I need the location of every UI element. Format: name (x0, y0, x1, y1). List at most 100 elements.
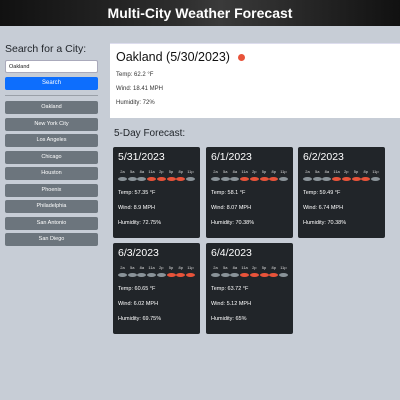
sun-icon (249, 273, 259, 277)
cloud-icon (156, 273, 166, 277)
cloud-icon-slot (230, 177, 240, 181)
sun-icon (156, 177, 166, 181)
hour-label: 8p (363, 169, 368, 174)
cloud-icon (220, 177, 230, 181)
cloud-icon-slot (303, 177, 312, 181)
cloud-icon (211, 177, 220, 181)
forecast-humidity: Humidity: 69.75% (118, 316, 162, 322)
hour-labels: 2a 5a 8a 11a 2p 5p 8p 11p (211, 265, 288, 270)
city-button-phoenix[interactable]: Phoenix (5, 183, 98, 197)
cloud-icon (322, 177, 332, 181)
cloud-icon (147, 273, 157, 277)
sun-icon (240, 177, 250, 181)
sun-icon-slot (147, 177, 157, 181)
forecast-humidity: Humidity: 72.75% (118, 220, 162, 226)
hourly-icons (118, 177, 195, 181)
forecast-wind: Wind: 6.74 MPH (303, 205, 344, 211)
forecast-humidity: Humidity: 70.38% (211, 220, 255, 226)
hourly-icons (303, 177, 380, 181)
hour-label: 2a (305, 169, 310, 174)
sun-icon-slot (166, 273, 176, 277)
hour-label: 2p (252, 169, 257, 174)
current-humidity: Humidity: 72% (116, 100, 155, 106)
city-button-philadelphia[interactable]: Philadelphia (5, 200, 98, 213)
cloud-icon (137, 177, 147, 181)
forecast-humidity: Humidity: 70.38% (303, 220, 347, 226)
forecast-temp: Temp: 58.1 °F (211, 190, 246, 196)
cloud-icon (118, 273, 127, 277)
hour-label: 5p (353, 169, 359, 174)
sun-icon-slot (332, 177, 342, 181)
city-button-san-diego[interactable]: San Diego (5, 233, 98, 246)
sun-icon-slot (166, 177, 176, 181)
search-input[interactable] (5, 60, 98, 73)
hour-label: 2a (213, 265, 218, 270)
city-button-new-york-city[interactable]: New York City (5, 117, 98, 131)
sun-icon (249, 177, 259, 181)
sun-icon-slot (185, 273, 195, 277)
hour-label: 5a (129, 265, 135, 270)
sun-icon (176, 177, 186, 181)
hour-label: 11p (280, 169, 287, 174)
forecast-date: 5/31/2023 (118, 151, 165, 163)
sidebar: Search for a City: Search Oakland New Yo… (5, 43, 98, 250)
cloud-icon-slot (147, 273, 157, 277)
cloud-icon-slot (370, 177, 380, 181)
city-button-los-angeles[interactable]: Los Angeles (5, 134, 98, 147)
sun-icon-slot (240, 273, 250, 277)
city-button-san-antonio[interactable]: San Antonio (5, 216, 98, 230)
search-button[interactable]: Search (5, 77, 98, 90)
cloud-icon (230, 273, 240, 277)
forecast-temp: Temp: 63.72 °F (211, 286, 249, 292)
hour-label: 11a (241, 265, 248, 270)
hour-label: 5p (168, 169, 174, 174)
forecast-date: 6/4/2023 (211, 247, 252, 259)
hour-label: 11a (148, 169, 155, 174)
sun-icon-slot (259, 273, 269, 277)
hour-label: 5a (222, 265, 228, 270)
current-city-title: Oakland (5/30/2023) (116, 50, 230, 64)
hour-label: 11a (333, 169, 340, 174)
hour-label: 5p (261, 265, 267, 270)
cloud-icon-slot (278, 273, 288, 277)
sun-icon (237, 53, 245, 61)
cloud-icon (370, 177, 380, 181)
hour-label: 2a (213, 169, 218, 174)
city-button-chicago[interactable]: Chicago (5, 150, 98, 164)
sun-icon-slot (249, 273, 259, 277)
forecast-card: 6/1/2023 2a 5a 8a 11a 2p 5p 8p 11p Temp: 58.1 °F W… (206, 147, 293, 238)
hour-label: 11p (187, 169, 194, 174)
hour-label: 2p (252, 265, 257, 270)
cloud-icon (220, 273, 230, 277)
hour-label: 11p (187, 265, 194, 270)
cloud-icon-slot (220, 273, 230, 277)
cloud-icon-slot (156, 273, 166, 277)
cloud-icon (278, 177, 288, 181)
hour-labels: 2a 5a 8a 11a 2p 5p 8p 11p (303, 169, 380, 174)
sun-icon (185, 273, 195, 277)
cloud-icon-slot (278, 177, 288, 181)
current-weather-panel: Oakland (5/30/2023) Temp: 62.2 °F Wind: … (110, 43, 400, 118)
sun-icon (147, 177, 157, 181)
cloud-icon-slot (185, 177, 195, 181)
hour-label: 5a (129, 169, 135, 174)
sun-icon-slot (269, 273, 279, 277)
sun-icon-slot (240, 177, 250, 181)
page-title: Multi-City Weather Forecast (107, 5, 293, 21)
city-button-oakland[interactable]: Oakland (5, 101, 98, 114)
cloud-icon-slot (211, 273, 220, 277)
hourly-icons (211, 273, 288, 277)
sun-icon-slot (249, 177, 259, 181)
sun-icon (259, 273, 269, 277)
sun-icon (269, 177, 279, 181)
cloud-icon-slot (118, 177, 127, 181)
forecast-temp: Temp: 57.35 °F (118, 190, 156, 196)
forecast-wind: Wind: 6.02 MPH (118, 301, 159, 307)
hour-label: 5a (222, 169, 228, 174)
city-button-houston[interactable]: Houston (5, 167, 98, 180)
sun-icon (269, 273, 279, 277)
cloud-icon (137, 273, 147, 277)
hour-label: 8a (139, 169, 145, 174)
cloud-icon (230, 177, 240, 181)
hour-label: 2p (159, 169, 164, 174)
